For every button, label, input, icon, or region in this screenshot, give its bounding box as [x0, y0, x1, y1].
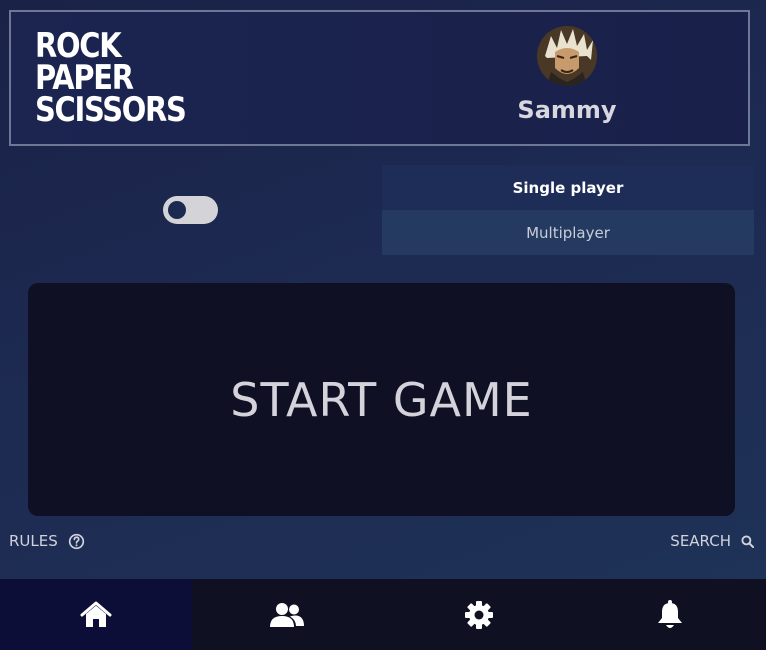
nav-home[interactable]: [0, 579, 192, 650]
bell-icon: [657, 599, 683, 630]
help-icon: [68, 533, 85, 550]
users-icon: [270, 602, 305, 628]
home-icon: [80, 601, 112, 629]
search-icon: [741, 534, 754, 548]
game-mode-selector: Single player Multiplayer: [382, 165, 754, 255]
search-link[interactable]: SEARCH: [670, 532, 754, 550]
logo-line-3: SCISSORS: [35, 90, 187, 130]
rules-link[interactable]: RULES: [9, 532, 85, 550]
nav-settings[interactable]: [383, 579, 575, 650]
start-game-button[interactable]: START GAME: [28, 283, 735, 516]
app-logo: ROCK PAPER SCISSORS: [35, 29, 187, 130]
username: Sammy: [517, 96, 617, 124]
toggle-knob: [168, 201, 186, 219]
bottom-nav: [0, 579, 766, 650]
start-game-label: START GAME: [230, 372, 533, 427]
search-label: SEARCH: [670, 532, 731, 550]
nav-notifications[interactable]: [575, 579, 766, 650]
gear-icon: [464, 600, 494, 630]
nav-players[interactable]: [192, 579, 384, 650]
avatar[interactable]: [537, 26, 597, 86]
app-header: ROCK PAPER SCISSORS Sammy: [9, 10, 750, 146]
rules-label: RULES: [9, 532, 58, 550]
theme-toggle[interactable]: [163, 196, 218, 224]
multiplayer-button[interactable]: Multiplayer: [382, 210, 754, 255]
single-player-button[interactable]: Single player: [382, 165, 754, 210]
